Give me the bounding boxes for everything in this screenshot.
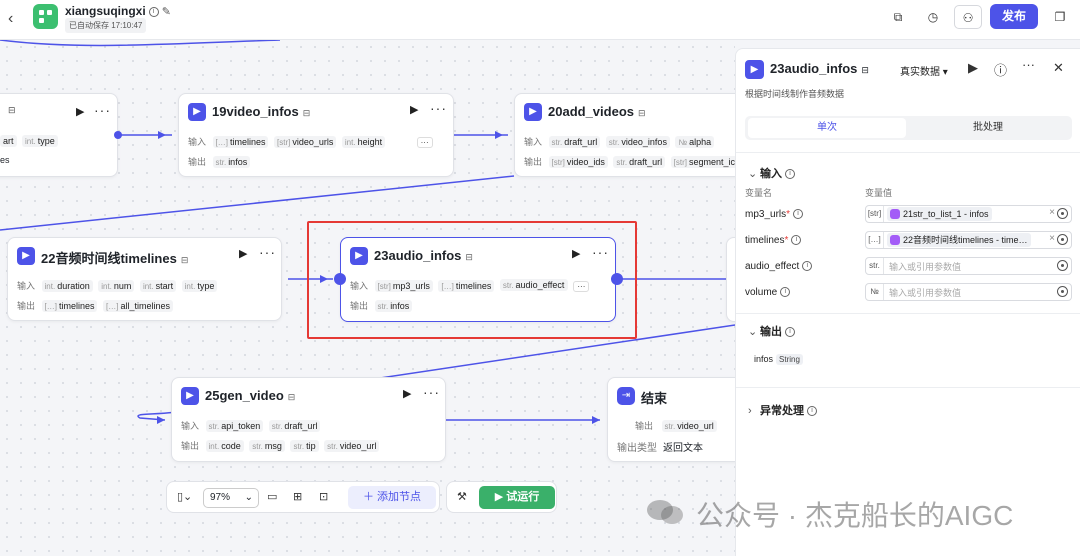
node-22-audio-timelines[interactable]: ▶ 22音频时间线timelines ⊟ ▶ ··· 输入 int. duratio… <box>7 237 282 321</box>
var-value-volume[interactable]: № 输入或引用参数值 <box>865 283 1072 301</box>
node-end[interactable]: ⇥ 结束 输出 str. video_url 输出类型 返回文本 <box>607 377 735 462</box>
edge-top <box>0 40 281 47</box>
tag-icon: ⊟ <box>638 108 646 118</box>
run-node-icon[interactable]: ▶ <box>410 103 418 116</box>
input-handle[interactable] <box>334 273 346 285</box>
node-partial-left[interactable]: ⊟ ▶ ··· art int. type es <box>0 93 118 177</box>
reference-icon[interactable] <box>1057 208 1068 219</box>
tab-batch[interactable]: 批处理 <box>909 118 1067 138</box>
var-volume: volume i <box>745 287 791 298</box>
col-var-name: 变量名 <box>745 188 773 198</box>
plugin-icon: ▶ <box>745 60 764 79</box>
var-audio-effect: audio_effect i <box>745 261 813 272</box>
var-value-audio-effect[interactable]: str. 输入或引用参数值 <box>865 257 1072 275</box>
more-params-button[interactable]: ··· <box>416 137 433 148</box>
node-23audio-infos[interactable]: ▶ 23audio_infos ⊟ ▶ ··· 输入 [str] mp3_urls … <box>340 237 616 322</box>
more-icon[interactable]: ··· <box>592 244 609 260</box>
duplicate-icon[interactable]: ❐ <box>1046 5 1074 29</box>
tag-icon: ⊟ <box>180 255 189 265</box>
plugin-icon: ▶ <box>181 387 199 405</box>
clear-icon[interactable]: × <box>1049 233 1055 244</box>
tag-icon: ⊟ <box>287 392 296 402</box>
node-19video-infos[interactable]: ▶ 19video_infos ⊟ ▶ ··· 输入 […] timelines [… <box>178 93 454 177</box>
error-handling-header[interactable]: › 异常处理 i <box>748 402 817 418</box>
help-icon[interactable]: ⓘ <box>994 60 1007 79</box>
end-icon: ⇥ <box>617 387 635 405</box>
run-node-icon[interactable]: ▶ <box>403 387 411 400</box>
reference-icon[interactable] <box>1057 234 1068 245</box>
top-bar: ‹ xiangsuqingxi i ✎ 已自动保存 17:10:47 ⧉ ◷ ⚇ 发… <box>0 0 1080 40</box>
info-icon[interactable]: i <box>148 6 159 17</box>
comment-icon[interactable]: ▭ <box>267 490 277 503</box>
tag-icon: ⊟ <box>465 252 473 262</box>
history-icon[interactable]: ◷ <box>919 5 947 29</box>
save-status: 已自动保存 17:10:47 <box>65 18 147 33</box>
run-node-icon[interactable]: ▶ <box>239 247 247 260</box>
wrench-icon[interactable]: ⚒ <box>457 490 467 503</box>
plugin-icon: ▶ <box>524 103 542 121</box>
run-node-icon[interactable]: ▶ <box>968 60 978 76</box>
var-value-mp3-urls[interactable]: [str] 21str_to_list_1 - infos × <box>865 205 1072 223</box>
output-handle[interactable] <box>114 131 122 139</box>
test-run-button[interactable]: ▶ 试运行 <box>479 486 555 509</box>
tag-icon: ⊟ <box>302 108 311 118</box>
watermark-text: 公众号 · 杰克船长的AIGC <box>696 500 1014 531</box>
reference-icon[interactable] <box>1057 260 1068 271</box>
plugin-icon: ▶ <box>188 103 206 121</box>
col-var-value: 变量值 <box>865 188 893 198</box>
more-icon[interactable]: ··· <box>1022 57 1035 72</box>
edit-icon[interactable]: ✎ <box>162 5 171 18</box>
run-node-icon[interactable]: ▶ <box>76 105 84 118</box>
input-section-header[interactable]: ⌄ 输入 i <box>748 165 795 181</box>
node-25gen-video[interactable]: ▶ 25gen_video ⊟ ▶ ··· 输入 str. api_token st… <box>171 377 446 462</box>
workflow-app-icon <box>33 4 58 29</box>
layout-icon[interactable]: ⊞ <box>293 490 302 503</box>
add-node-button[interactable]: ＋ 添加节点 <box>348 486 436 509</box>
minimap-icon[interactable]: ⊡ <box>319 490 328 503</box>
wechat-icon <box>647 500 683 524</box>
copy-icon[interactable]: ⧉ <box>884 5 912 29</box>
node-config-panel: ▶ 23audio_infos ⊟ 真实数据 ▾ ▶ ⓘ ··· ✕ 根据时间线制… <box>735 48 1080 556</box>
node-description: 根据时间线制作音频数据 <box>745 89 845 99</box>
mode-segment: 单次 批处理 <box>745 116 1072 140</box>
app-title: xiangsuqingxi i ✎ <box>65 4 171 18</box>
node-20add-videos[interactable]: ▶ 20add_videos ⊟ 输入 str. draft_url str. vid… <box>514 93 735 177</box>
zoom-select[interactable]: 97% ⌄ <box>203 488 259 508</box>
node-partial-right[interactable] <box>726 237 735 322</box>
tag-icon: ⊟ <box>8 105 16 115</box>
tab-single[interactable]: 单次 <box>748 118 906 138</box>
more-icon[interactable]: ··· <box>259 244 276 260</box>
output-infos: infos String <box>754 354 803 365</box>
output-section-header[interactable]: ⌄ 输出 i <box>748 323 795 339</box>
workflow-canvas[interactable]: ⊟ ▶ ··· art int. type es ▶ 19video_infos ⊟… <box>0 40 735 556</box>
canvas-toolbar: ▯⌄ 97% ⌄ ▭ ⊞ ⊡ ＋ 添加节点 <box>166 481 440 513</box>
mouse-mode-icon[interactable]: ▯⌄ <box>177 490 192 503</box>
var-mp3-urls: mp3_urls* i <box>745 209 804 220</box>
tag-icon: ⊟ <box>861 65 869 75</box>
back-icon[interactable]: ‹ <box>8 9 24 29</box>
more-icon[interactable]: ··· <box>94 102 111 118</box>
clear-icon[interactable]: × <box>1049 207 1055 218</box>
run-toolbar: ⚒ ▶ 试运行 <box>446 481 557 513</box>
collaborators-icon[interactable]: ⚇ <box>954 5 982 29</box>
var-value-timelines[interactable]: […] 22音频时间线timelines - time… × <box>865 231 1072 249</box>
output-handle[interactable] <box>611 273 623 285</box>
close-icon[interactable]: ✕ <box>1053 60 1064 76</box>
data-source-select[interactable]: 真实数据 ▾ <box>900 63 948 78</box>
more-icon[interactable]: ··· <box>430 100 447 116</box>
reference-icon[interactable] <box>1057 286 1068 297</box>
plugin-icon: ▶ <box>17 247 35 265</box>
more-icon[interactable]: ··· <box>423 384 440 400</box>
run-node-icon[interactable]: ▶ <box>572 247 580 260</box>
publish-button[interactable]: 发布 <box>990 4 1038 29</box>
more-params-button[interactable]: ··· <box>573 281 590 292</box>
plugin-icon: ▶ <box>350 247 368 265</box>
var-timelines: timelines* i <box>745 235 802 246</box>
